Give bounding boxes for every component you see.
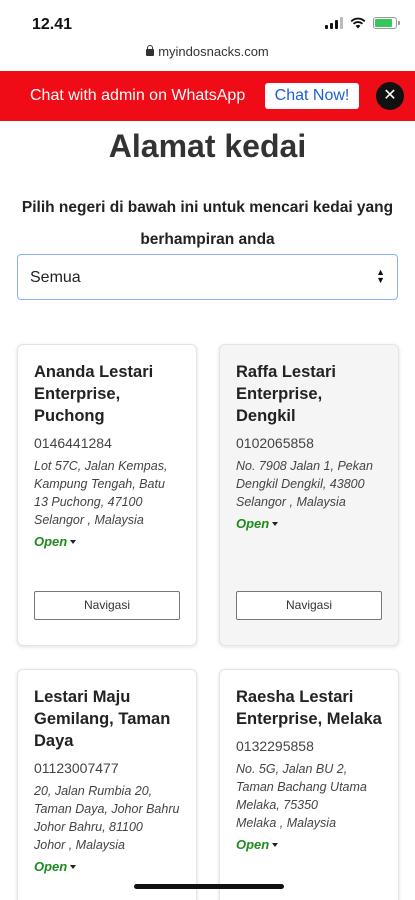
chat-now-button[interactable]: Chat Now!: [265, 83, 359, 109]
caret-down-icon: [70, 540, 77, 544]
address-line: 20, Jalan Rumbia 20, Taman Daya, Johor B…: [34, 784, 180, 816]
url-bar[interactable]: myindosnacks.com: [0, 44, 415, 70]
caret-down-icon: [272, 843, 279, 847]
home-indicator[interactable]: [134, 884, 284, 889]
store-name: Raesha Lestari Enterprise, Melaka: [236, 688, 382, 728]
opening-status: Open: [236, 516, 270, 531]
status-time: 12.41: [32, 16, 73, 33]
store-address: 20, Jalan Rumbia 20, Taman Daya, Johor B…: [34, 782, 180, 854]
opening-status: Open: [34, 859, 68, 874]
store-name: Lestari Maju Gemilang, Taman Daya: [34, 688, 171, 750]
store-phone[interactable]: 0146441284: [34, 435, 180, 451]
instructions-text: Pilih negeri di bawah ini untuk mencari …: [21, 199, 394, 248]
address-line: Selangor , Malaysia: [34, 513, 144, 527]
store-name: Ananda Lestari Enterprise, Puchong: [34, 363, 154, 425]
status-icons: [325, 17, 400, 29]
address-line: No. 7908 Jalan 1, Pekan Dengkil Dengkil,…: [236, 459, 373, 491]
whatsapp-banner-text: Chat with admin on WhatsApp: [30, 87, 246, 104]
close-icon[interactable]: ✕: [376, 82, 404, 110]
store-name: Raffa Lestari Enterprise, Dengkil: [236, 363, 336, 425]
store-card: Lestari Maju Gemilang, Taman Daya 011230…: [17, 669, 197, 900]
opening-status-toggle[interactable]: Open: [34, 859, 180, 874]
address-line: Lot 57C, Jalan Kempas, Kampung Tengah, B…: [34, 459, 168, 509]
url-domain: myindosnacks.com: [158, 44, 269, 59]
battery-icon: [373, 17, 400, 29]
store-phone[interactable]: 0132295858: [236, 738, 382, 754]
whatsapp-banner: Chat with admin on WhatsApp Chat Now!: [0, 71, 415, 121]
opening-status-toggle[interactable]: Open: [236, 516, 382, 531]
opening-status-toggle[interactable]: Open: [34, 534, 180, 549]
opening-status: Open: [34, 534, 68, 549]
store-card: Raesha Lestari Enterprise, Melaka 013229…: [219, 669, 399, 900]
address-line: Selangor , Malaysia: [236, 495, 346, 509]
address-line: Melaka , Malaysia: [236, 816, 337, 830]
store-card: Raffa Lestari Enterprise, Dengkil 010206…: [219, 344, 399, 646]
store-address: No. 7908 Jalan 1, Pekan Dengkil Dengkil,…: [236, 457, 382, 511]
opening-status: Open: [236, 837, 270, 852]
navigate-button[interactable]: Navigasi: [236, 591, 382, 620]
navigate-button[interactable]: Navigasi: [34, 591, 180, 620]
address-line: Melaka, 75350: [236, 798, 319, 812]
cellular-signal-icon: [325, 17, 343, 29]
address-line: No. 5G, Jalan BU 2, Taman Bachang Utama: [236, 762, 367, 794]
store-phone[interactable]: 0102065858: [236, 435, 382, 451]
caret-down-icon: [70, 865, 77, 869]
store-phone[interactable]: 01123007477: [34, 760, 180, 776]
opening-status-toggle[interactable]: Open: [236, 837, 382, 852]
state-select-value: Semua: [30, 269, 81, 286]
lock-icon: [146, 45, 155, 56]
state-select[interactable]: Semua ▲ ▼: [17, 254, 398, 300]
caret-down-icon: [272, 522, 279, 526]
status-bar: 12.41: [0, 0, 415, 44]
store-address: No. 5G, Jalan BU 2, Taman Bachang Utama …: [236, 760, 382, 832]
page-title: Alamat kedai: [108, 128, 307, 164]
store-card: Ananda Lestari Enterprise, Puchong 01464…: [17, 344, 197, 646]
store-address: Lot 57C, Jalan Kempas, Kampung Tengah, B…: [34, 457, 180, 529]
wifi-icon: [350, 17, 366, 29]
address-line: Johor Bahru, 81100: [34, 820, 143, 834]
select-arrows-icon: ▲ ▼: [376, 267, 385, 285]
address-line: Johor , Malaysia: [34, 838, 126, 852]
battery-level: [375, 19, 392, 27]
